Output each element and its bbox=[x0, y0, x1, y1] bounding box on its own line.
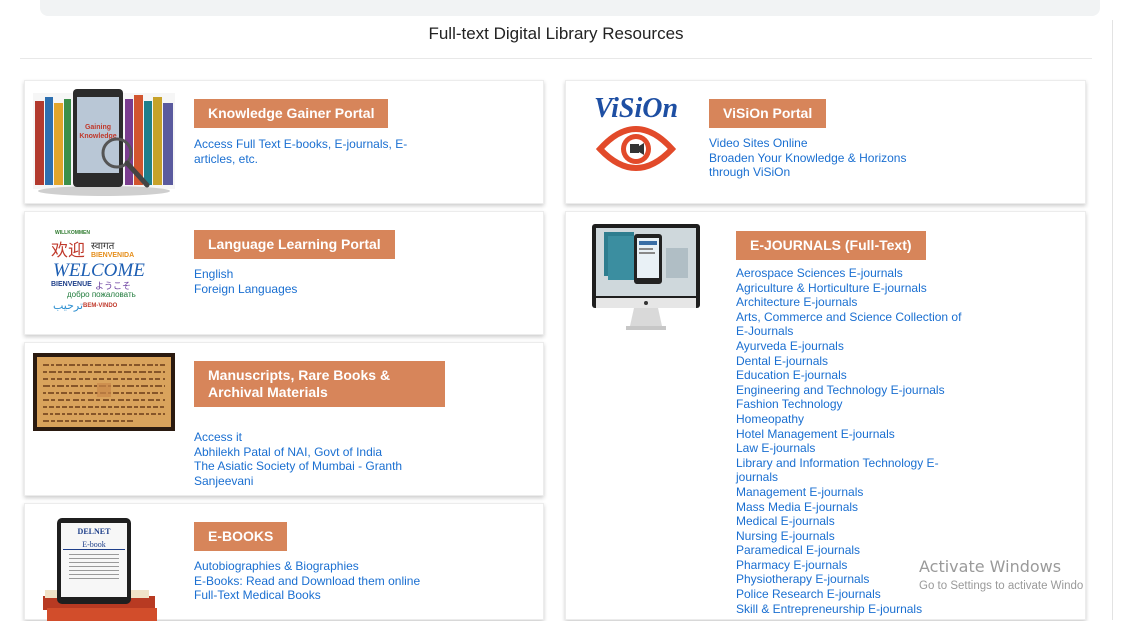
activate-windows-watermark: Activate Windows Go to Settings to activ… bbox=[919, 557, 1119, 592]
activate-windows-title: Activate Windows bbox=[919, 557, 1062, 576]
ejournal-link[interactable]: Mass Media E-journals bbox=[736, 500, 961, 515]
ejournal-link[interactable]: Education E-journals bbox=[736, 368, 961, 383]
welcome-word: ترحيب bbox=[53, 300, 84, 312]
welcome-word: BEM-VINDO bbox=[83, 303, 118, 309]
ebooks-links: Autobiographies & Biographies E-Books: R… bbox=[194, 559, 420, 603]
monitor-ejournal-icon bbox=[590, 222, 702, 332]
vision-link-1[interactable]: Video Sites Online bbox=[709, 136, 906, 151]
vision-heading[interactable]: ViSiOn Portal bbox=[709, 99, 827, 128]
card-manuscripts: Manuscripts, Rare Books & Archival Mater… bbox=[24, 342, 544, 496]
knowledge-link-line-1[interactable]: Access Full Text E-books, E-journals, E- bbox=[194, 137, 407, 152]
ejournal-link[interactable]: Law E-journals bbox=[736, 441, 961, 456]
books-tablet-magnifier-icon: Gaining Knowledge bbox=[33, 87, 175, 199]
card-ebooks: DELNET E-book E-BOOKS Autobiographies & … bbox=[24, 503, 544, 621]
manuscripts-link-access[interactable]: Access it bbox=[194, 430, 402, 445]
vision-logo-text: ViSiOn bbox=[594, 93, 678, 124]
manuscripts-links: Access it Abhilekh Patal of NAI, Govt of… bbox=[194, 430, 402, 488]
manuscripts-heading-line-1: Manuscripts, Rare Books & bbox=[208, 367, 391, 383]
ebooks-link-read-download[interactable]: E-Books: Read and Download them online bbox=[194, 574, 420, 589]
eye-camera-logo-icon: ViSiOn bbox=[580, 91, 692, 179]
ejournal-link[interactable]: Paramedical E-journals bbox=[736, 543, 961, 558]
language-links: English Foreign Languages bbox=[194, 267, 297, 296]
knowledge-link-line-2[interactable]: articles, etc. bbox=[194, 152, 407, 167]
ejournal-link[interactable]: Hotel Management E-journals bbox=[736, 427, 961, 442]
ejournal-link[interactable]: Aerospace Sciences E-journals bbox=[736, 266, 961, 281]
welcome-word: 欢迎 bbox=[51, 241, 85, 260]
welcome-word: BIENVENIDA bbox=[91, 252, 135, 259]
ejournal-link[interactable]: journals bbox=[736, 470, 961, 485]
ebook-text-lines bbox=[69, 554, 119, 580]
ebook-tablet-icon: DELNET E-book bbox=[39, 518, 159, 621]
welcome-word: BIENVENUE bbox=[51, 281, 92, 288]
delnet-logo-text: DELNET bbox=[77, 527, 111, 536]
browser-top-strip bbox=[0, 0, 1121, 20]
ejournal-link[interactable]: Library and Information Technology E- bbox=[736, 456, 961, 471]
activate-windows-subtitle: Go to Settings to activate Windo bbox=[919, 580, 1084, 592]
card-knowledge-gainer: Gaining Knowledge Knowledge Gainer Porta… bbox=[24, 80, 544, 204]
ebooks-heading[interactable]: E-BOOKS bbox=[194, 522, 288, 551]
language-learning-heading[interactable]: Language Learning Portal bbox=[194, 230, 395, 259]
manuscripts-heading[interactable]: Manuscripts, Rare Books & Archival Mater… bbox=[194, 361, 445, 407]
knowledge-gainer-links: Access Full Text E-books, E-journals, E-… bbox=[194, 137, 407, 166]
manuscripts-link-asiatic[interactable]: The Asiatic Society of Mumbai - Granth bbox=[194, 459, 402, 474]
card-vision-portal: ViSiOn ViSiOn Portal Video Sites Online … bbox=[565, 80, 1086, 204]
address-bar[interactable] bbox=[40, 0, 1100, 16]
welcome-word: स्वागत bbox=[91, 241, 115, 252]
ejournal-link[interactable]: Fashion Technology bbox=[736, 397, 961, 412]
ejournal-link[interactable]: Ayurveda E-journals bbox=[736, 339, 961, 354]
knowledge-gainer-heading[interactable]: Knowledge Gainer Portal bbox=[194, 99, 389, 128]
ejournal-link[interactable]: Skill & Entrepreneurship E-journals bbox=[736, 602, 961, 617]
ejournal-link[interactable]: Agriculture & Horticulture E-journals bbox=[736, 281, 961, 296]
card-language-learning: WILLKOMMEN 欢迎 स्वागत BIENVENIDA WELCOME … bbox=[24, 211, 544, 335]
language-link-foreign[interactable]: Foreign Languages bbox=[194, 282, 297, 297]
ejournal-link[interactable]: Medical E-journals bbox=[736, 514, 961, 529]
multilingual-welcome-image: WILLKOMMEN 欢迎 स्वागत BIENVENIDA WELCOME … bbox=[51, 228, 185, 316]
ejournal-link[interactable]: Engineering and Technology E-journals bbox=[736, 383, 961, 398]
vision-link-2[interactable]: Broaden Your Knowledge & Horizons bbox=[709, 151, 906, 166]
title-divider bbox=[20, 58, 1092, 59]
manuscripts-link-abhilekh[interactable]: Abhilekh Patal of NAI, Govt of India bbox=[194, 445, 402, 460]
ejournal-link[interactable]: Homeopathy bbox=[736, 412, 961, 427]
vision-link-3[interactable]: through ViSiOn bbox=[709, 165, 906, 180]
ejournal-link[interactable]: E-Journals bbox=[736, 324, 961, 339]
vision-links: Video Sites Online Broaden Your Knowledg… bbox=[709, 136, 906, 180]
ejournal-link[interactable]: Architecture E-journals bbox=[736, 295, 961, 310]
language-link-english[interactable]: English bbox=[194, 267, 297, 282]
ejournal-link[interactable]: Management E-journals bbox=[736, 485, 961, 500]
ejournal-link[interactable]: Nursing E-journals bbox=[736, 529, 961, 544]
ejournal-link[interactable]: Arts, Commerce and Science Collection of bbox=[736, 310, 961, 325]
ebook-label-text: E-book bbox=[63, 540, 125, 550]
welcome-word: добро пожаловать bbox=[67, 290, 136, 299]
manuscripts-heading-line-2: Archival Materials bbox=[208, 384, 328, 400]
tablet-text-1: Gaining bbox=[85, 124, 111, 131]
scrollbar-track[interactable] bbox=[1112, 20, 1113, 620]
manuscript-page-icon bbox=[33, 353, 175, 431]
ebooks-link-biographies[interactable]: Autobiographies & Biographies bbox=[194, 559, 420, 574]
ejournals-heading[interactable]: E-JOURNALS (Full-Text) bbox=[736, 231, 926, 260]
ebooks-link-medical[interactable]: Full-Text Medical Books bbox=[194, 588, 420, 603]
ejournal-link[interactable]: Dental E-journals bbox=[736, 354, 961, 369]
manuscripts-link-asiatic-cont[interactable]: Sanjeevani bbox=[194, 474, 402, 489]
page-title: Full-text Digital Library Resources bbox=[428, 24, 684, 43]
